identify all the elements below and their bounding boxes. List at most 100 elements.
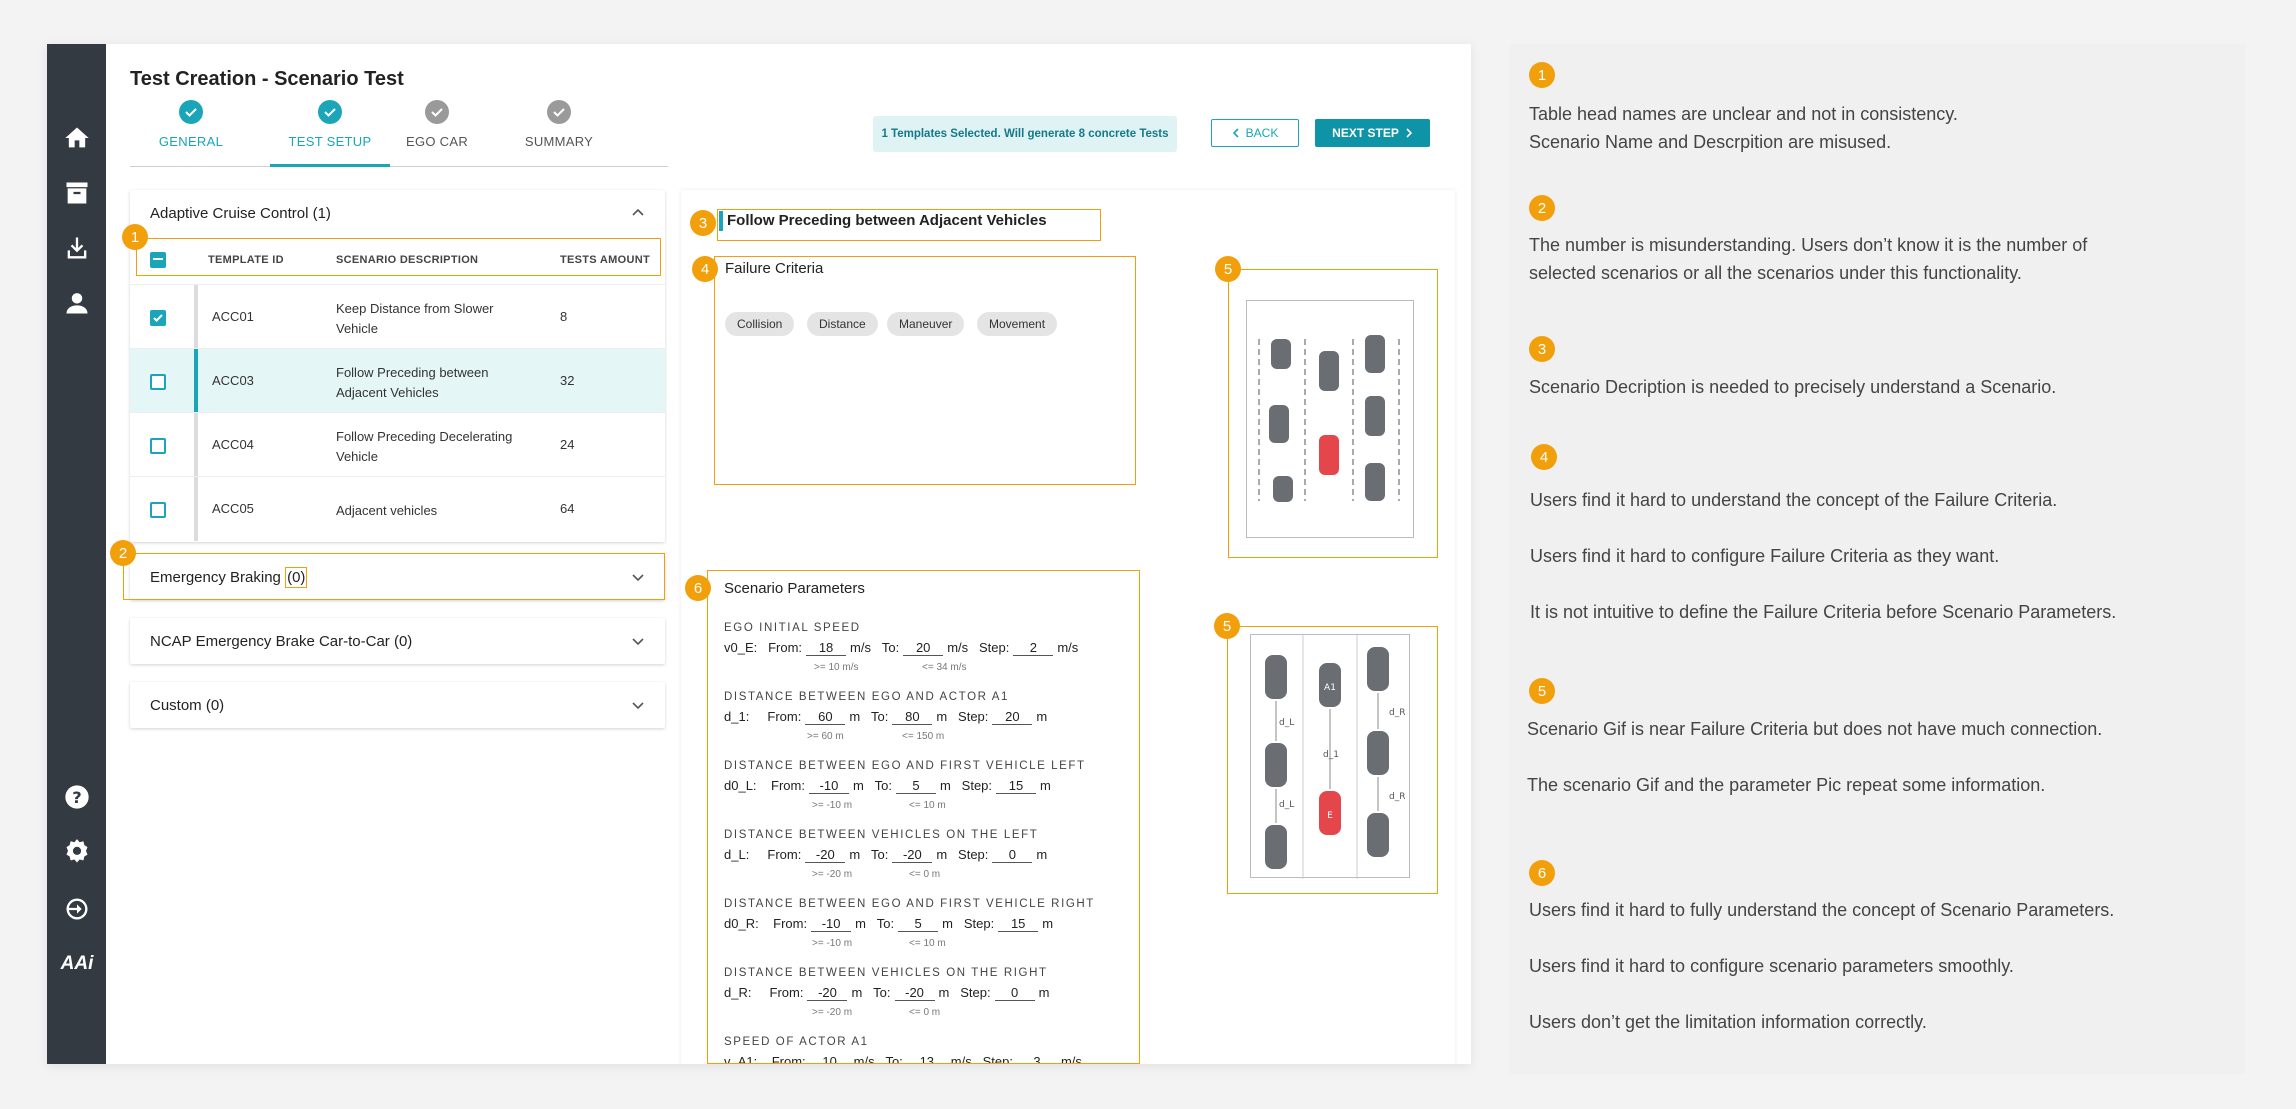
tests-amount: 24 <box>560 437 575 452</box>
row-indicator <box>194 285 198 349</box>
note-line: Scenario Decription is needed to precise… <box>1529 377 2057 397</box>
scenario-description: Follow Preceding between Adjacent Vehicl… <box>336 365 489 400</box>
note-line: selected scenarios or all the scenarios … <box>1529 263 2022 283</box>
note-line: The number is misunderstanding. Users do… <box>1529 235 2088 255</box>
back-button[interactable]: BACK <box>1211 119 1299 147</box>
settings-icon[interactable] <box>61 836 92 867</box>
annotation-badge-6: 6 <box>685 575 711 601</box>
note-badge: 5 <box>1529 678 1555 704</box>
check-icon <box>425 100 449 124</box>
note-badge: 3 <box>1529 336 1555 362</box>
table-row[interactable]: ACC04 Follow Preceding Decelerating Vehi… <box>130 412 665 477</box>
aai-logo: AAi <box>60 952 94 974</box>
template-id: ACC01 <box>212 309 254 324</box>
group-header[interactable]: Custom (0) <box>130 682 665 728</box>
note-line: Users find it hard to understand the con… <box>1530 490 2058 510</box>
back-label: BACK <box>1245 126 1279 140</box>
check-icon <box>153 314 163 323</box>
row-indicator <box>194 477 198 541</box>
note-text: The number is misunderstanding. Users do… <box>1529 231 2229 287</box>
tests-amount: 32 <box>560 373 575 388</box>
tests-amount: 64 <box>560 501 575 516</box>
group-header[interactable]: NCAP Emergency Brake Car-to-Car (0) <box>130 618 665 664</box>
chevron-up-icon[interactable] <box>631 206 645 220</box>
stepper-divider <box>130 166 668 167</box>
row-indicator <box>194 349 198 413</box>
tests-amount: 8 <box>560 309 568 324</box>
row-checkbox[interactable] <box>150 374 166 390</box>
next-step-button[interactable]: NEXT STEP <box>1315 119 1430 147</box>
annotation-box-5b <box>1227 626 1438 894</box>
group-title: NCAP Emergency Brake Car-to-Car (0) <box>150 632 413 650</box>
table-row[interactable]: ACC01 Keep Distance from Slower Vehicle … <box>130 284 665 349</box>
annotation-badge-4: 4 <box>692 256 718 282</box>
note-line: Scenario Gif is near Failure Criteria bu… <box>1527 719 2103 739</box>
row-checkbox[interactable] <box>150 438 166 454</box>
step-ego-car[interactable]: EGO CAR <box>377 100 497 149</box>
annotation-badge-1: 1 <box>122 224 148 250</box>
group-custom[interactable]: Custom (0) <box>130 682 665 728</box>
chevron-right-icon <box>1406 128 1412 138</box>
group-title: Adaptive Cruise Control (1) <box>150 204 331 222</box>
annotation-badge-5: 5 <box>1215 256 1241 282</box>
step-label: GENERAL <box>158 134 224 149</box>
scenario-description: Keep Distance from Slower Vehicle <box>336 301 494 336</box>
note-line: Users find it hard to configure scenario… <box>1529 956 2014 976</box>
row-checkbox[interactable] <box>150 502 166 518</box>
template-id: ACC05 <box>212 501 254 516</box>
note-badge: 4 <box>1531 444 1557 470</box>
logout-icon[interactable] <box>61 893 92 924</box>
user-icon[interactable] <box>61 287 92 318</box>
step-summary[interactable]: SUMMARY <box>499 100 619 149</box>
note-line: Users find it hard to fully understand t… <box>1529 900 2115 920</box>
annotation-box-1 <box>136 238 661 276</box>
note-line: Table head names are unclear and not in … <box>1529 104 1958 124</box>
chevron-left-icon <box>1232 128 1239 138</box>
chevron-down-icon[interactable] <box>631 698 645 712</box>
archive-icon[interactable] <box>61 177 92 208</box>
stepper-active-indicator <box>270 164 390 167</box>
note-badge: 2 <box>1529 195 1555 221</box>
check-icon <box>179 100 203 124</box>
group-header[interactable]: Adaptive Cruise Control (1) <box>130 190 665 236</box>
step-label: SUMMARY <box>524 134 594 149</box>
help-icon[interactable]: ? <box>61 781 92 812</box>
note-text: Table head names are unclear and not in … <box>1529 100 2229 156</box>
check-icon <box>318 100 342 124</box>
annotation-box-6 <box>707 570 1140 1064</box>
row-checkbox[interactable] <box>150 310 166 326</box>
annotation-box-3 <box>717 209 1101 241</box>
note-line: Users don’t get the limitation informati… <box>1529 1012 1927 1032</box>
row-indicator <box>194 413 198 477</box>
annotation-badge-5: 5 <box>1214 613 1240 639</box>
home-icon[interactable] <box>61 122 92 153</box>
step-label: TEST SETUP <box>288 134 372 149</box>
table-row[interactable]: ACC05 Adjacent vehicles 64 <box>130 476 665 541</box>
note-text: Users find it hard to fully understand t… <box>1529 896 2229 1036</box>
annotation-box-2 <box>123 553 665 600</box>
note-badge: 6 <box>1529 860 1555 886</box>
annotation-box-5a <box>1228 269 1438 558</box>
check-icon <box>547 100 571 124</box>
scenario-description: Follow Preceding Decelerating Vehicle <box>336 429 513 464</box>
next-label: NEXT STEP <box>1332 126 1399 140</box>
annotation-box-4 <box>714 256 1136 485</box>
step-test-setup[interactable]: TEST SETUP <box>270 100 390 149</box>
step-general[interactable]: GENERAL <box>131 100 251 149</box>
template-id: ACC03 <box>212 373 254 388</box>
note-text: Users find it hard to understand the con… <box>1530 486 2230 626</box>
download-icon[interactable] <box>61 232 92 263</box>
note-line: The scenario Gif and the parameter Pic r… <box>1527 775 2046 795</box>
svg-text:?: ? <box>72 787 81 806</box>
note-line: It is not intuitive to define the Failur… <box>1530 602 2117 622</box>
note-line: Scenario Name and Descrpition are misuse… <box>1529 132 1892 152</box>
selection-info-chip: 1 Templates Selected. Will generate 8 co… <box>873 116 1177 152</box>
note-text: Scenario Decription is needed to precise… <box>1529 373 2229 401</box>
group-ncap[interactable]: NCAP Emergency Brake Car-to-Car (0) <box>130 618 665 664</box>
step-label: EGO CAR <box>405 134 469 149</box>
chevron-down-icon[interactable] <box>631 634 645 648</box>
template-id: ACC04 <box>212 437 254 452</box>
page-title: Test Creation - Scenario Test <box>130 68 404 90</box>
table-row[interactable]: ACC03 Follow Preceding between Adjacent … <box>130 348 665 413</box>
sidebar: ? AAi <box>47 44 106 1064</box>
